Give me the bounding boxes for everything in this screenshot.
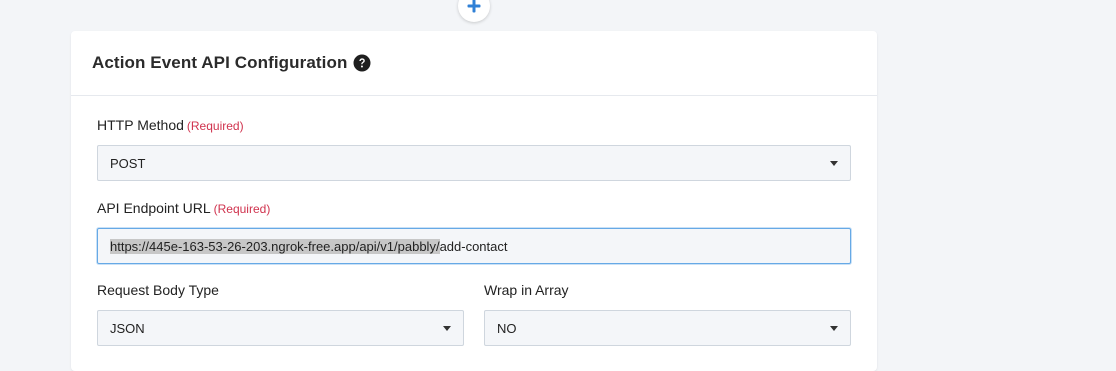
caret-down-icon [443, 326, 451, 331]
wrap-in-array-label: Wrap in Array [484, 282, 569, 298]
card-header: Action Event API Configuration [71, 31, 877, 96]
request-body-type-label: Request Body Type [97, 282, 219, 298]
wrap-in-array-value: NO [497, 320, 517, 336]
endpoint-label-row: API Endpoint URL (Required) [97, 200, 270, 216]
required-marker: (Required) [213, 202, 271, 216]
request-body-type-value: JSON [110, 320, 145, 336]
question-circle-icon[interactable] [353, 54, 371, 72]
request-body-type-label-row: Request Body Type [97, 282, 219, 298]
http-method-label: HTTP Method [97, 117, 184, 133]
plus-icon [466, 0, 482, 14]
card-title: Action Event API Configuration [92, 53, 348, 72]
api-configuration-card: Action Event API Configuration HTTP Meth… [71, 31, 877, 371]
wrap-in-array-select[interactable]: NO [484, 310, 851, 346]
caret-down-icon [830, 326, 838, 331]
caret-down-icon [830, 161, 838, 166]
http-method-value: POST [110, 155, 146, 171]
http-method-label-row: HTTP Method (Required) [97, 117, 244, 133]
endpoint-url-input[interactable]: https://445e-163-53-26-203.ngrok-free.ap… [97, 228, 851, 264]
add-step-button[interactable] [458, 0, 490, 22]
required-marker: (Required) [186, 119, 244, 133]
wrap-in-array-label-row: Wrap in Array [484, 282, 569, 298]
request-body-type-select[interactable]: JSON [97, 310, 464, 346]
http-method-select[interactable]: POST [97, 145, 851, 181]
endpoint-label: API Endpoint URL [97, 200, 211, 216]
endpoint-url-text: add-contact [439, 238, 508, 254]
endpoint-url-selected-text: https://445e-163-53-26-203.ngrok-free.ap… [110, 238, 440, 254]
